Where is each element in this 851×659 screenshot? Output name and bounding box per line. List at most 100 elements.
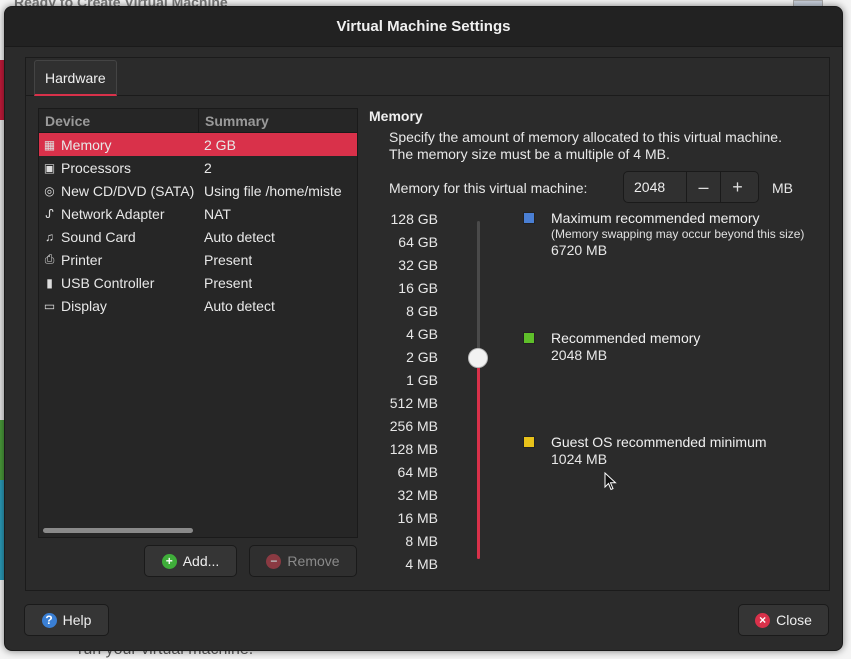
scale-label: 128 MB [389, 441, 438, 457]
add-device-button[interactable]: + Add... [144, 545, 237, 577]
dialog-titlebar[interactable]: Virtual Machine Settings [5, 7, 842, 47]
scale-label: 16 GB [398, 280, 438, 296]
scale-label: 1 GB [406, 372, 438, 388]
device-row[interactable]: ▣ Processors 2 [39, 156, 357, 179]
device-name-cell: ◎ New CD/DVD (SATA) [39, 183, 199, 199]
device-name: Processors [61, 159, 132, 176]
minimum-memory-title: Guest OS recommended minimum [551, 434, 767, 450]
max-memory-value: 6720 MB [551, 242, 608, 258]
device-summary: 2 GB [204, 136, 236, 153]
scale-label: 2 GB [406, 349, 438, 365]
device-summary: Present [204, 274, 253, 291]
device-row[interactable]: ▭ Display Auto detect [39, 294, 357, 317]
scale-label: 512 MB [389, 395, 438, 411]
scale-label: 64 MB [397, 464, 438, 480]
help-icon: ? [41, 612, 57, 628]
device-row[interactable]: ᔑ Network Adapter NAT [39, 202, 357, 225]
memory-scale-labels: 128 GB 64 GB 32 GB 16 GB 8 GB 4 GB 2 GB 1 GB 512… [376, 208, 438, 576]
remove-button-label: Remove [287, 553, 340, 569]
device-name-cell: ♫ Sound Card [39, 229, 199, 245]
device-list[interactable]: Device Summary ▦ Memory 2 GB ▣ Processors 2 ◎ N… [38, 108, 358, 538]
device-name-cell: ⎙ Printer [39, 252, 199, 268]
device-name-cell: ▦ Memory [39, 137, 199, 153]
device-name-cell: ▮ USB Controller [39, 275, 199, 291]
processor-icon: ▣ [43, 160, 56, 175]
memory-description: Specify the amount of memory allocated t… [389, 129, 782, 162]
remove-icon: − [266, 553, 282, 569]
tab-hardware[interactable]: Hardware [34, 60, 117, 96]
minimum-memory-value: 1024 MB [551, 451, 608, 467]
scale-label: 64 GB [398, 234, 438, 250]
device-row[interactable]: ▦ Memory 2 GB [39, 133, 357, 156]
help-button[interactable]: ? Help [24, 604, 109, 636]
device-name: Network Adapter [61, 205, 165, 222]
monitor-icon: ▭ [43, 298, 56, 313]
close-button-label: Close [776, 612, 812, 628]
memory-input[interactable] [624, 172, 686, 202]
printer-icon: ⎙ [44, 252, 55, 266]
recommended-memory-value: 2048 MB [551, 347, 608, 363]
column-summary[interactable]: Summary [199, 109, 269, 132]
cd-icon: ◎ [44, 183, 55, 198]
memory-spinbutton[interactable]: – + [623, 171, 759, 203]
device-name: Printer [61, 251, 103, 268]
device-row[interactable]: ▮ USB Controller Present [39, 271, 357, 294]
device-name: USB Controller [61, 274, 155, 291]
scale-label: 32 GB [398, 257, 438, 273]
dialog-title: Virtual Machine Settings [336, 18, 511, 35]
device-row[interactable]: ♫ Sound Card Auto detect [39, 225, 357, 248]
device-summary: NAT [204, 205, 231, 222]
recommended-memory-marker-icon [523, 332, 535, 344]
column-device[interactable]: Device [39, 109, 199, 132]
scale-label: 8 MB [405, 533, 438, 549]
device-row[interactable]: ◎ New CD/DVD (SATA) Using file /home/miste [39, 179, 357, 202]
device-name-cell: ᔑ Network Adapter [39, 206, 199, 222]
settings-notebook: Hardware Device Summary ▦ Memory 2 GB ▣ Proc… [25, 57, 830, 591]
device-name: Sound Card [61, 228, 136, 245]
scale-label: 4 GB [406, 326, 438, 342]
device-row[interactable]: ⎙ Printer Present [39, 248, 357, 271]
mouse-cursor-icon [604, 472, 617, 491]
help-button-label: Help [62, 612, 92, 628]
memory-slider-fill [477, 358, 480, 559]
remove-device-button[interactable]: − Remove [249, 545, 357, 577]
scale-label: 16 MB [397, 510, 438, 526]
add-icon: + [161, 553, 177, 569]
recommended-memory-title: Recommended memory [551, 330, 701, 346]
device-summary: Auto detect [204, 228, 275, 245]
horizontal-scrollbar[interactable] [43, 528, 193, 533]
close-button[interactable]: × Close [738, 604, 829, 636]
increment-button[interactable]: + [720, 172, 754, 202]
memory-slider-handle[interactable] [468, 348, 488, 368]
add-button-label: Add... [182, 553, 220, 569]
memory-section-title: Memory [369, 108, 423, 124]
memory-icon: ▦ [43, 137, 56, 152]
max-memory-note: (Memory swapping may occur beyond this s… [551, 227, 805, 241]
device-list-header: Device Summary [39, 109, 357, 133]
device-summary: Using file /home/miste [204, 182, 342, 199]
device-name-cell: ▣ Processors [39, 160, 199, 176]
device-name: Memory [61, 136, 112, 153]
minimum-memory-marker-icon [523, 436, 535, 448]
device-summary: Auto detect [204, 297, 275, 314]
device-summary: 2 [204, 159, 212, 176]
scale-label: 32 MB [397, 487, 438, 503]
device-name-cell: ▭ Display [39, 298, 199, 314]
max-memory-title: Maximum recommended memory [551, 210, 760, 226]
scale-label: 128 GB [390, 211, 438, 227]
memory-field-label: Memory for this virtual machine: [389, 180, 588, 196]
decrement-button[interactable]: – [686, 172, 720, 202]
device-name: New CD/DVD (SATA) [61, 182, 195, 199]
memory-unit-label: MB [772, 180, 793, 196]
max-memory-marker-icon [523, 212, 535, 224]
device-summary: Present [204, 251, 253, 268]
tab-bar: Hardware [26, 58, 829, 96]
scale-label: 256 MB [389, 418, 438, 434]
network-icon: ᔑ [45, 206, 54, 221]
device-name: Display [61, 297, 107, 314]
close-icon: × [755, 612, 771, 628]
usb-icon: ▮ [46, 275, 53, 290]
music-icon: ♫ [45, 229, 54, 244]
vm-settings-dialog: Virtual Machine Settings Hardware Device… [4, 6, 843, 651]
scale-label: 4 MB [405, 556, 438, 572]
